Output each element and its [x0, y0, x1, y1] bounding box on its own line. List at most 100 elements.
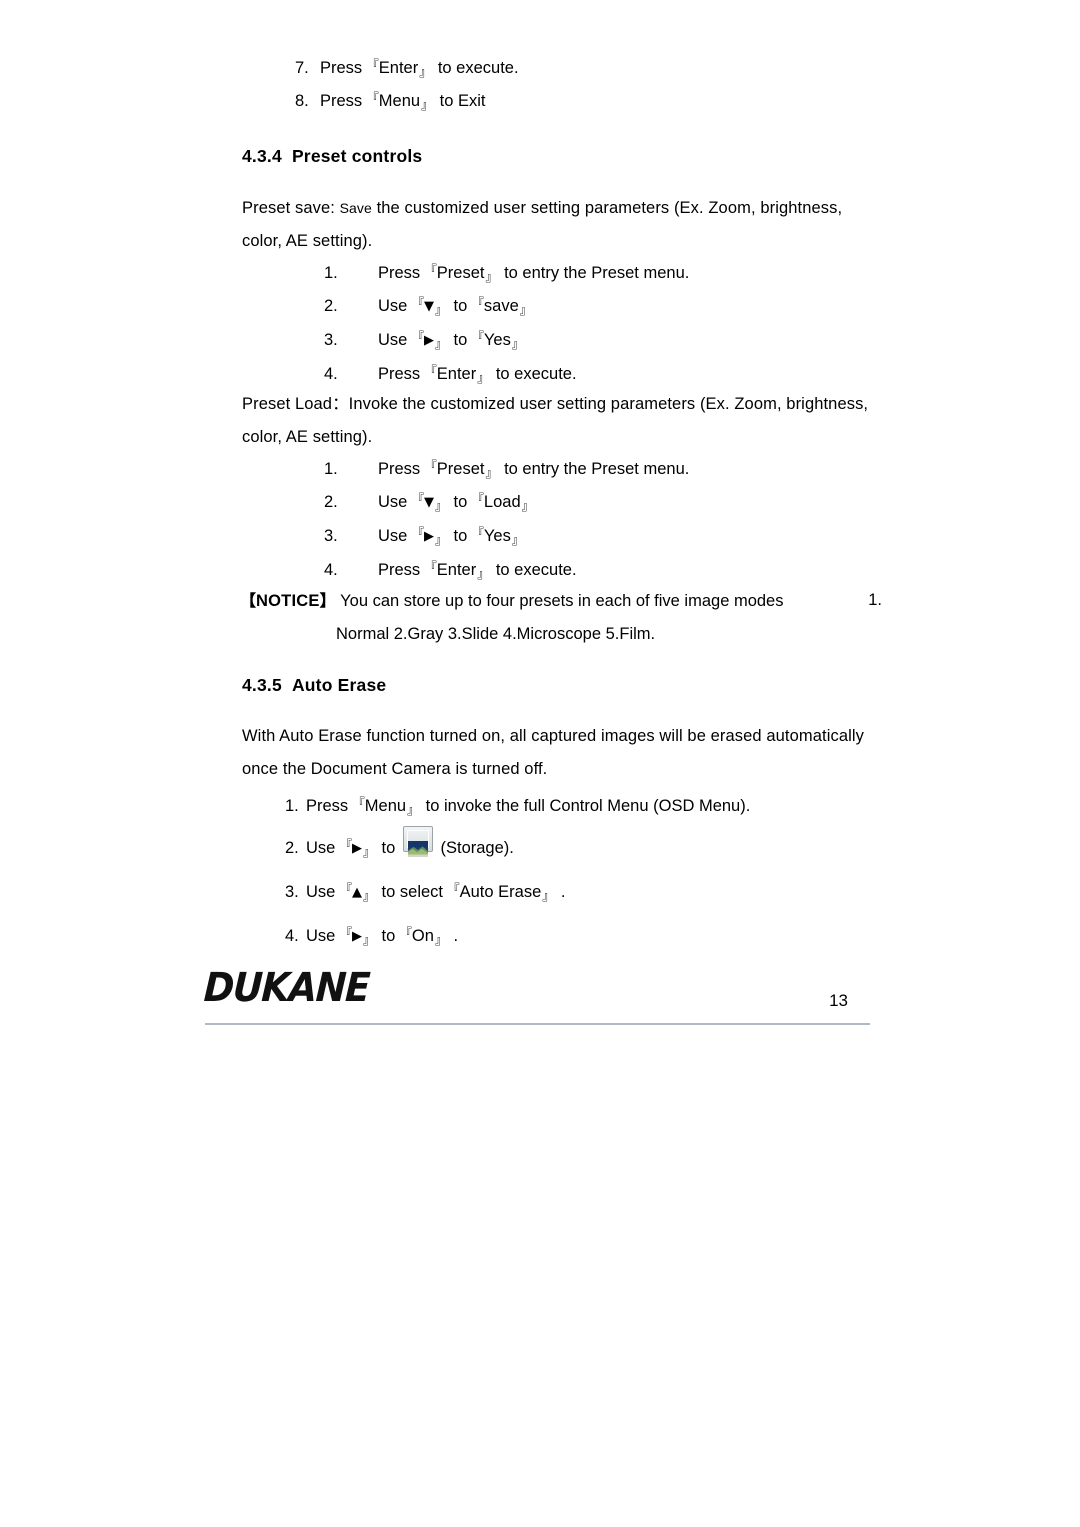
corner-bracket-open-icon: 『 [399, 926, 412, 940]
corner-bracket-open-icon: 『 [424, 459, 437, 473]
preset-load-step-list: 1. Press 『Preset』 to entry the Preset men… [242, 453, 872, 587]
step-text-mid: to select [376, 883, 448, 901]
key-name: Enter [378, 59, 419, 77]
corner-bracket-close-icon: 』 [434, 337, 447, 351]
document-page: 7. Press 『Enter』 to execute. 8. Press 『Men… [0, 0, 1080, 1527]
preset-save-paragraph: Preset save: Save the customized user se… [242, 192, 870, 258]
corner-bracket-close-icon: 』 [477, 371, 490, 385]
step-text-pre: Use [378, 493, 412, 511]
list-item: 8. Press 『Menu』 to Exit [242, 85, 872, 118]
corner-bracket-open-icon: 『 [411, 330, 424, 344]
step-text-mid: to [448, 331, 472, 349]
list-marker: 7. [295, 59, 309, 77]
key-name: Menu [378, 92, 421, 110]
step-text-pre: Press [306, 797, 353, 815]
list-item: 7. Press 『Enter』 to execute. [242, 52, 872, 85]
preset-load-steps: 1. Press 『Preset』 to entry the Preset men… [242, 453, 872, 587]
arrow-right-icon: ▶ [423, 333, 434, 348]
preset-save-steps: 1. Press 『Preset』 to entry the Preset men… [242, 257, 872, 391]
step-text-pre: Press [378, 365, 425, 383]
corner-bracket-close-icon: 』 [477, 567, 490, 581]
list-item: 4. Use 『▶』 to 『On』 . [242, 915, 872, 959]
list-item: 3. Use 『▶』 to 『Yes』 [242, 520, 872, 554]
list-marker: 8. [295, 92, 309, 110]
step-text-pre: Use [306, 927, 340, 945]
corner-bracket-open-icon: 『 [447, 882, 460, 896]
preset-save-step-list: 1. Press 『Preset』 to entry the Preset men… [242, 257, 872, 391]
corner-bracket-open-icon: 『 [471, 492, 484, 506]
page-number: 13 [829, 991, 848, 1010]
section-heading-4-3-5: 4.3.5 Auto Erase [242, 675, 872, 696]
step-text-mid: to execute. [491, 561, 577, 579]
corner-bracket-close-icon: 』 [421, 98, 434, 112]
key-name: On [411, 927, 434, 945]
arrow-down-icon: ▼ [423, 495, 434, 510]
step-text-mid: to invoke the full Control Menu (OSD Men… [421, 797, 751, 815]
list-marker: 2. [324, 493, 338, 511]
corner-bracket-open-icon: 『 [424, 364, 437, 378]
list-marker: 4. [324, 561, 338, 579]
corner-bracket-close-icon: 』 [362, 845, 375, 859]
corner-bracket-close-icon: 』 [434, 933, 447, 947]
corner-bracket-open-icon: 『 [424, 560, 437, 574]
step-text-post: (Storage). [435, 839, 514, 857]
key-name: Load [483, 493, 521, 511]
key-name: save [483, 297, 519, 315]
corner-bracket-close-icon: 』 [407, 803, 420, 817]
step-text-mid: to [376, 927, 400, 945]
arrow-right-icon: ▶ [423, 529, 434, 544]
list-marker: 1. [285, 797, 299, 815]
heading-title: Preset controls [291, 146, 423, 166]
preset-save-lead: Preset save: [242, 199, 340, 217]
list-item: 1. Press 『Preset』 to entry the Preset men… [242, 453, 872, 486]
step-text-pre: Press [378, 264, 425, 282]
corner-bracket-close-icon: 』 [434, 499, 447, 513]
step-text-pre: Use [378, 331, 412, 349]
list-marker: 4. [285, 927, 299, 945]
corner-bracket-open-icon: 『 [471, 526, 484, 540]
key-name: Menu [364, 797, 407, 815]
landscape-photo-icon [407, 841, 428, 857]
storage-thumbnail-icon[interactable] [402, 826, 433, 857]
top-step-list: 7. Press 『Enter』 to execute. 8. Press 『Men… [242, 52, 872, 118]
step-text-mid: to [448, 493, 472, 511]
key-name: Auto Erase [459, 883, 542, 901]
auto-erase-paragraph: With Auto Erase function turned on, all … [242, 727, 864, 778]
step-text-mid: to [448, 297, 472, 315]
list-item: 2. Use 『▼』 to 『save』 [242, 290, 872, 324]
corner-bracket-close-icon: 』 [362, 933, 375, 947]
step-text-post: to Exit [435, 92, 486, 110]
step-text-pre: Use [378, 297, 412, 315]
corner-bracket-close-icon: 』 [434, 303, 447, 317]
auto-erase-step-list: 1. Press 『Menu』 to invoke the full Contro… [242, 785, 872, 959]
list-marker: 3. [285, 883, 299, 901]
corner-bracket-close-icon: 』 [485, 270, 498, 284]
key-name: Enter [436, 561, 477, 579]
corner-bracket-close-icon: 』 [434, 533, 447, 547]
arrow-down-icon: ▼ [423, 299, 434, 314]
arrow-up-icon: ▲ [351, 885, 362, 900]
step-text-mid: to entry the Preset menu. [499, 264, 690, 282]
notice-body: You can store up to four presets in each… [335, 592, 784, 610]
corner-bracket-close-icon: 』 [511, 337, 524, 351]
corner-bracket-close-icon: 』 [362, 889, 375, 903]
step-text-mid: to execute. [491, 365, 577, 383]
step-text-pre: Press [378, 561, 425, 579]
preset-load-paragraph: Preset Load：Invoke the customized user s… [242, 395, 869, 446]
step-text-pre: Use [306, 839, 340, 857]
list-marker: 2. [324, 297, 338, 315]
arrow-right-icon: ▶ [351, 929, 362, 944]
continued-steps-list: 7. Press 『Enter』 to execute. 8. Press 『Men… [242, 52, 872, 118]
step-text-pre: Press [320, 59, 367, 77]
heading-number: 4.3.5 [242, 675, 282, 695]
list-marker: 1. [324, 264, 338, 282]
corner-bracket-close-icon: 』 [485, 466, 498, 480]
page-footer: DUKANE 13 [203, 965, 870, 1029]
notice-label: NOTICE [256, 592, 320, 610]
corner-bracket-open-icon: 『 [411, 526, 424, 540]
auto-erase-steps: 1. Press 『Menu』 to invoke the full Contro… [242, 785, 872, 959]
list-item: 2. Use 『▼』 to 『Load』 [242, 486, 872, 520]
corner-bracket-open-icon: 『 [352, 796, 365, 810]
list-item: 4. Press 『Enter』 to execute. [242, 358, 872, 391]
notice-line-1: 【NOTICE】 You can store up to four preset… [240, 584, 882, 618]
